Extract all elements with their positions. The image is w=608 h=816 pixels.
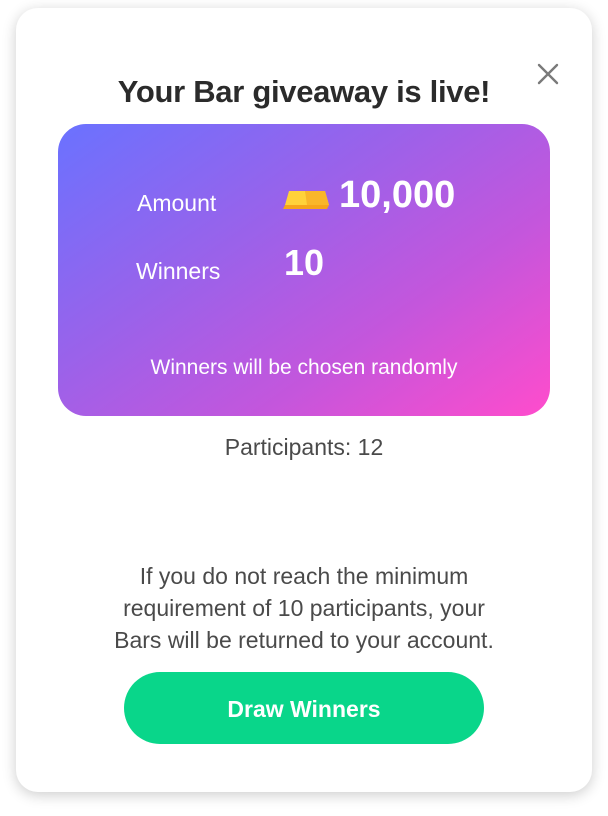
giveaway-summary-card: Amount 10,000 Winners 10 Winners will be… xyxy=(58,124,550,416)
winners-label: Winners xyxy=(136,258,221,284)
draw-winners-button[interactable]: Draw Winners xyxy=(124,672,484,744)
winners-value: 10 xyxy=(284,242,325,283)
random-selection-note: Winners will be chosen randomly xyxy=(150,356,458,379)
requirement-line: If you do not reach the minimum xyxy=(139,563,469,589)
giveaway-modal: Your Bar giveaway is live! Amount 10,000… xyxy=(16,8,592,792)
modal-title: Your Bar giveaway is live! xyxy=(117,74,491,109)
requirement-notice: If you do not reach the minimum requirem… xyxy=(66,560,542,656)
participants-count: Participants: 12 xyxy=(224,434,384,460)
amount-value: 10,000 xyxy=(339,174,456,216)
requirement-line: Bars will be returned to your account. xyxy=(114,627,494,653)
gold-bar-icon xyxy=(283,191,329,209)
amount-label: Amount xyxy=(137,190,217,216)
requirement-line: requirement of 10 participants, your xyxy=(123,595,485,621)
